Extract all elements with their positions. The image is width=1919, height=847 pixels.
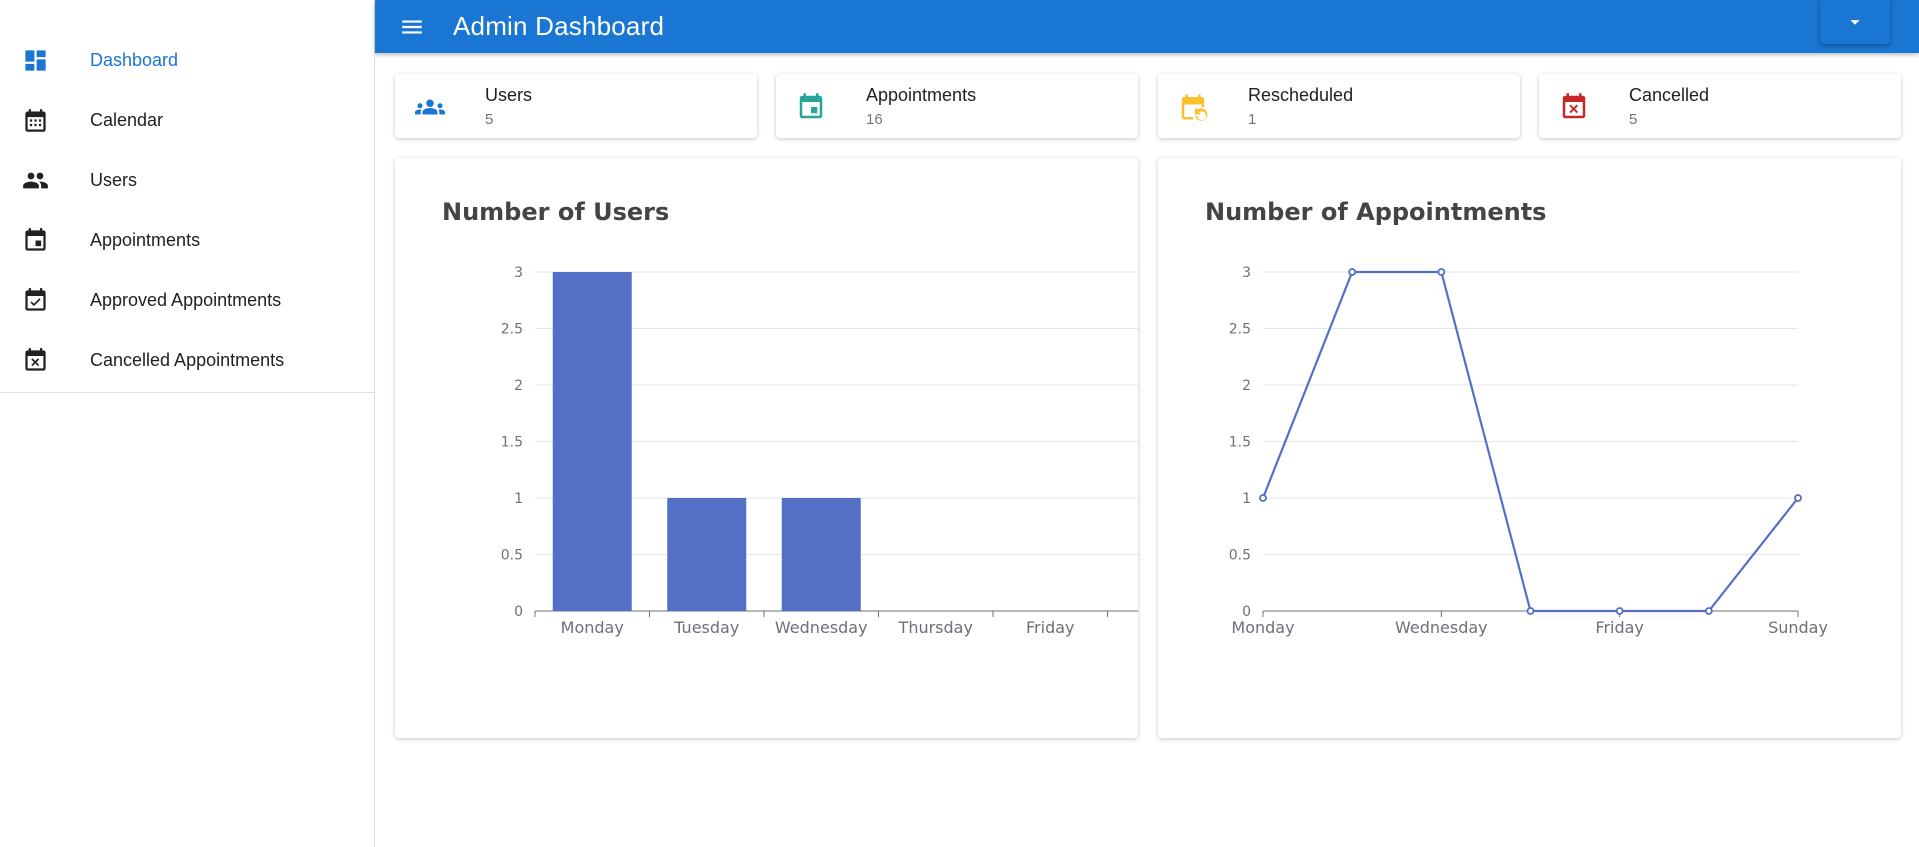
- bar: [781, 498, 861, 611]
- sidebar-item-label: Users: [90, 169, 138, 190]
- y-tick-label: 3: [514, 265, 523, 281]
- users-icon: [0, 167, 90, 194]
- y-tick-label: 0: [514, 604, 523, 620]
- appointments-chart-card: Number of Appointments 0 0.5 1 1.5 2 2.5 3 Mond…: [1158, 158, 1901, 738]
- users-bar-chart: 0 0.5 1 1.5 2 2.5 3 Monday Tuesday Wednesday Thurs…: [501, 265, 1138, 637]
- sidebar-item-label: Appointments: [90, 229, 201, 250]
- x-tick-label: Friday: [1595, 618, 1644, 637]
- dashboard-icon: [0, 47, 90, 74]
- sidebar-item-users[interactable]: Users: [0, 150, 375, 210]
- y-tick-label: 1.5: [501, 435, 523, 451]
- sidebar-item-label: Dashboard: [90, 49, 179, 70]
- y-tick-label: 0.5: [1229, 548, 1251, 564]
- stat-title: Cancelled: [1629, 85, 1710, 105]
- data-point: [1615, 607, 1624, 615]
- account-dropdown-button[interactable]: [1820, 0, 1890, 44]
- sidebar-item-approved-appointments[interactable]: Approved Appointments: [0, 270, 375, 330]
- y-tick-label: 2: [514, 378, 523, 394]
- stat-value: 5: [1629, 111, 1638, 128]
- data-point: [1437, 268, 1446, 276]
- y-tick-label: 1: [514, 491, 523, 507]
- y-tick-label: 2.5: [501, 322, 523, 338]
- y-tick-label: 1.5: [1229, 435, 1251, 451]
- approved-appointments-icon: [0, 287, 90, 314]
- y-tick-label: 2.5: [1229, 322, 1251, 338]
- sidebar-nav: Dashboard Calendar Users Appointments Ap…: [0, 0, 375, 393]
- app-bar: Admin Dashboard: [375, 0, 1919, 53]
- sidebar-item-label: Approved Appointments: [90, 289, 282, 310]
- sidebar-item-appointments[interactable]: Appointments: [0, 210, 375, 270]
- appointments-icon: [796, 92, 826, 122]
- appointments-icon: [0, 227, 90, 254]
- sidebar-item-cancelled-appointments[interactable]: Cancelled Appointments: [0, 330, 375, 390]
- sidebar: Dashboard Calendar Users Appointments Ap…: [0, 0, 375, 847]
- users-icon: [415, 92, 445, 122]
- stat-title: Rescheduled: [1248, 85, 1354, 105]
- stat-value: 16: [866, 111, 883, 128]
- data-point: [1348, 268, 1357, 276]
- cancelled-appointments-icon: [0, 347, 90, 374]
- stat-value: 1: [1248, 111, 1257, 128]
- sidebar-item-label: Cancelled Appointments: [90, 349, 285, 370]
- x-tick-label: Wednesday: [775, 618, 868, 637]
- x-tick-label: Thursday: [898, 618, 973, 637]
- sidebar-item-calendar[interactable]: Calendar: [0, 90, 375, 150]
- stat-card-cancelled[interactable]: Cancelled 5: [1539, 74, 1901, 138]
- x-tick-label: Sunday: [1768, 618, 1828, 637]
- y-tick-label: 3: [1242, 265, 1251, 281]
- menu-button[interactable]: [397, 12, 427, 42]
- data-point: [1259, 494, 1267, 502]
- sidebar-item-label: Calendar: [90, 109, 164, 130]
- data-point: [1526, 607, 1535, 615]
- x-tick-label: Friday: [1026, 618, 1075, 637]
- bar: [667, 498, 747, 611]
- stat-value: 5: [485, 111, 494, 128]
- stat-card-appointments[interactable]: Appointments 16: [776, 74, 1138, 138]
- sidebar-item-dashboard[interactable]: Dashboard: [0, 30, 375, 90]
- data-point: [1794, 494, 1802, 502]
- data-point: [1704, 607, 1713, 615]
- y-tick-label: 2: [1242, 378, 1251, 394]
- users-chart-card: Number of Users 0 0.5 1 1.5 2 2.5 3 Monday Tuesd…: [395, 158, 1138, 738]
- x-tick-label: Wednesday: [1395, 618, 1488, 637]
- caret-down-icon: [1850, 20, 1860, 25]
- calendar-icon: [0, 107, 90, 134]
- stat-card-rescheduled[interactable]: Rescheduled 1: [1158, 74, 1520, 138]
- x-tick-label: Monday: [561, 618, 624, 637]
- x-tick-label: Tuesday: [673, 618, 739, 637]
- page-title: Admin Dashboard: [453, 11, 665, 41]
- x-tick-label: Monday: [1231, 618, 1294, 637]
- stat-title: Users: [485, 85, 533, 105]
- stat-title: Appointments: [866, 85, 977, 105]
- cancelled-icon: [1559, 92, 1589, 122]
- rescheduled-icon: [1178, 92, 1208, 122]
- y-tick-label: 1: [1242, 491, 1251, 507]
- bar: [552, 272, 632, 611]
- y-tick-label: 0.5: [501, 548, 523, 564]
- menu-icon: [402, 20, 422, 33]
- stat-card-users[interactable]: Users 5: [395, 74, 757, 138]
- appointments-line-chart: 00.511.522.53Monday Wednesday Friday Sunday: [1229, 265, 1828, 637]
